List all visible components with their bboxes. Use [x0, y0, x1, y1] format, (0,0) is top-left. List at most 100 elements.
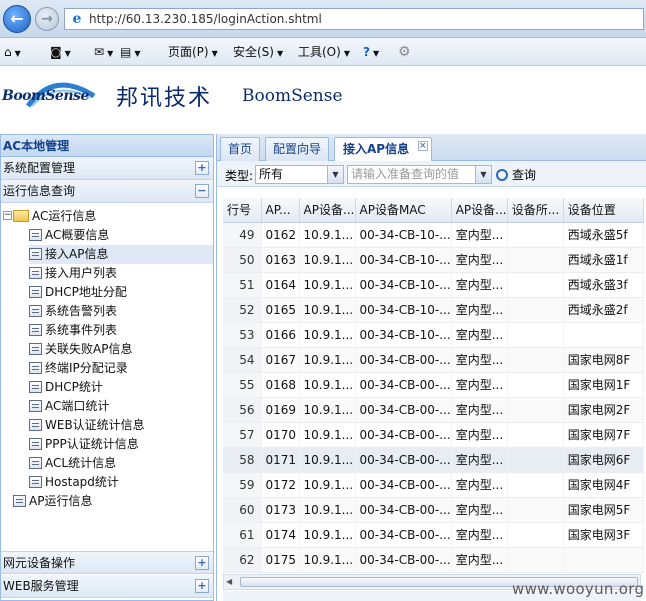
- column-header[interactable]: AP设备MAC: [355, 198, 452, 223]
- table-header-row: 行号 AP... AP设备... AP设备MAC AP设备... 设备所... 设备位置: [223, 198, 644, 223]
- page-icon: [29, 266, 42, 279]
- table-cell: 10.9.1...: [299, 522, 356, 548]
- table-row[interactable]: 62 0175 10.9.1... 00-34-CB-00-... 室内型...: [223, 547, 644, 573]
- table-cell: 58: [223, 447, 262, 473]
- table-cell: 60: [223, 497, 262, 523]
- scroll-left-icon[interactable]: ◀: [226, 575, 232, 589]
- section-web-service[interactable]: WEB服务管理 +: [1, 575, 213, 598]
- home-icon[interactable]: ⌂ ▼: [4, 43, 21, 61]
- page-icon: [29, 285, 42, 298]
- table-row[interactable]: 54 0167 10.9.1... 00-34-CB-00-... 室内型... 国家电网…: [223, 347, 644, 373]
- forward-arrow-icon[interactable]: →: [35, 7, 59, 31]
- tree-node-ap-runtime[interactable]: AP运行信息: [13, 492, 92, 511]
- expand-icon[interactable]: +: [195, 556, 209, 570]
- tab-config-wizard[interactable]: 配置向导: [265, 137, 329, 161]
- app-header: BoomSense 邦讯技术 BoomSense: [0, 66, 646, 130]
- back-arrow-icon[interactable]: ←: [3, 5, 31, 33]
- tab-ap-info[interactable]: 接入AP信息 ×: [334, 137, 432, 162]
- tree-item[interactable]: 接入用户列表: [29, 264, 117, 283]
- table-cell: 10.9.1...: [299, 472, 356, 498]
- tools-menu[interactable]: 工具(O) ▼: [298, 43, 350, 61]
- column-header[interactable]: AP设备...: [299, 198, 356, 223]
- table-row[interactable]: 56 0169 10.9.1... 00-34-CB-00-... 室内型... 国家电网…: [223, 397, 644, 423]
- expand-icon[interactable]: +: [195, 579, 209, 593]
- help-icon[interactable]: ? ▼: [363, 43, 379, 61]
- collapse-icon[interactable]: −: [195, 184, 209, 198]
- tree-collapse-icon[interactable]: −: [3, 211, 12, 220]
- tree-item[interactable]: AC概要信息: [29, 226, 109, 245]
- url-field[interactable]: e http://60.13.230.185/loginAction.shtml: [64, 8, 644, 30]
- table-cell: 室内型...: [451, 472, 508, 498]
- table-cell: 49: [223, 222, 262, 248]
- tree-item[interactable]: PPP认证统计信息: [29, 435, 139, 454]
- tree-item[interactable]: WEB认证统计信息: [29, 416, 145, 435]
- panel-title: AC本地管理: [1, 135, 213, 157]
- section-system-config[interactable]: 系统配置管理 +: [1, 157, 213, 180]
- content-panel: 首页 配置向导 接入AP信息 × 类型: 所有 ▼ 请输入准备查询的值 ▼ 查询…: [216, 134, 646, 601]
- table-cell: 室内型...: [451, 272, 508, 298]
- table-cell: 0163: [261, 247, 300, 273]
- runtime-info-tree: − AC运行信息 AC概要信息 接入AP信息 接入用户列表 DHCP地址分配 系统…: [1, 203, 213, 555]
- table-row[interactable]: 49 0162 10.9.1... 00-34-CB-10-... 室内型... 西域永盛…: [223, 222, 644, 248]
- column-header[interactable]: AP设备...: [451, 198, 508, 223]
- tree-node-ac-runtime[interactable]: − AC运行信息: [3, 207, 96, 226]
- table-cell: [563, 322, 644, 348]
- table-row[interactable]: 57 0170 10.9.1... 00-34-CB-00-... 室内型... 国家电网…: [223, 422, 644, 448]
- table-cell: 00-34-CB-10-...: [355, 322, 452, 348]
- table-row[interactable]: 55 0168 10.9.1... 00-34-CB-00-... 室内型... 国家电网…: [223, 372, 644, 398]
- tab-home[interactable]: 首页: [220, 137, 260, 161]
- table-row[interactable]: 61 0174 10.9.1... 00-34-CB-00-... 室内型... 国家电网…: [223, 522, 644, 548]
- print-icon[interactable]: ▤ ▼: [120, 43, 141, 61]
- tree-item[interactable]: Hostapd统计: [29, 473, 119, 492]
- table-cell: 00-34-CB-00-...: [355, 372, 452, 398]
- table-cell: 0165: [261, 297, 300, 323]
- close-icon[interactable]: ×: [418, 141, 428, 151]
- page-icon: [13, 494, 26, 507]
- table-row[interactable]: 60 0173 10.9.1... 00-34-CB-00-... 室内型... 国家电网…: [223, 497, 644, 523]
- chevron-down-icon[interactable]: ▼: [475, 166, 491, 183]
- table-cell: 10.9.1...: [299, 347, 356, 373]
- tree-item[interactable]: 终端IP分配记录: [29, 359, 128, 378]
- column-header[interactable]: 设备位置: [563, 198, 644, 223]
- table-cell: 00-34-CB-00-...: [355, 497, 452, 523]
- table-cell: 室内型...: [451, 222, 508, 248]
- table-row[interactable]: 50 0163 10.9.1... 00-34-CB-10-... 室内型... 西域永盛…: [223, 247, 644, 273]
- table-cell: 59: [223, 472, 262, 498]
- table-row[interactable]: 52 0165 10.9.1... 00-34-CB-10-... 室内型... 西域永盛…: [223, 297, 644, 323]
- table-cell: 室内型...: [451, 547, 508, 573]
- table-cell: 00-34-CB-00-...: [355, 397, 452, 423]
- brand-title-en: BoomSense: [242, 86, 343, 106]
- column-header[interactable]: AP...: [261, 198, 300, 223]
- expand-icon[interactable]: +: [195, 161, 209, 175]
- page-icon: [29, 380, 42, 393]
- table-row[interactable]: 58 0171 10.9.1... 00-34-CB-00-... 室内型... 国家电网…: [223, 447, 644, 473]
- table-row[interactable]: 59 0172 10.9.1... 00-34-CB-00-... 室内型... 国家电网…: [223, 472, 644, 498]
- tree-item[interactable]: 系统告警列表: [29, 302, 117, 321]
- mail-icon[interactable]: ✉ ▼: [94, 43, 113, 61]
- table-cell: 室内型...: [451, 297, 508, 323]
- feeds-icon[interactable]: ◙ ▼: [50, 43, 71, 61]
- column-header[interactable]: 行号: [223, 198, 262, 223]
- table-row[interactable]: 53 0166 10.9.1... 00-34-CB-10-... 室内型...: [223, 322, 644, 348]
- table-row[interactable]: 51 0164 10.9.1... 00-34-CB-10-... 室内型... 西域永盛…: [223, 272, 644, 298]
- column-header[interactable]: 设备所...: [507, 198, 564, 223]
- type-select[interactable]: 所有 ▼: [255, 165, 344, 184]
- page-menu[interactable]: 页面(P) ▼: [168, 43, 218, 61]
- table-cell: 国家电网7F: [563, 422, 644, 448]
- section-device-ops[interactable]: 网元设备操作 +: [1, 551, 213, 574]
- page-icon: [29, 323, 42, 336]
- tree-item[interactable]: DHCP统计: [29, 378, 103, 397]
- tree-item[interactable]: AC端口统计: [29, 397, 109, 416]
- query-button[interactable]: 查询: [496, 166, 536, 184]
- tree-item-selected[interactable]: 接入AP信息: [29, 245, 213, 264]
- safety-menu[interactable]: 安全(S) ▼: [233, 43, 283, 61]
- section-runtime-info[interactable]: 运行信息查询 −: [1, 180, 213, 203]
- brand-title-cn: 邦讯技术: [116, 86, 213, 111]
- chevron-down-icon[interactable]: ▼: [327, 166, 343, 183]
- tree-item[interactable]: 系统事件列表: [29, 321, 117, 340]
- tree-item[interactable]: 关联失败AP信息: [29, 340, 132, 359]
- gear-icon[interactable]: ⚙: [398, 43, 411, 61]
- tree-item[interactable]: DHCP地址分配: [29, 283, 127, 302]
- tree-item[interactable]: ACL统计信息: [29, 454, 116, 473]
- query-input[interactable]: 请输入准备查询的值 ▼: [347, 165, 492, 184]
